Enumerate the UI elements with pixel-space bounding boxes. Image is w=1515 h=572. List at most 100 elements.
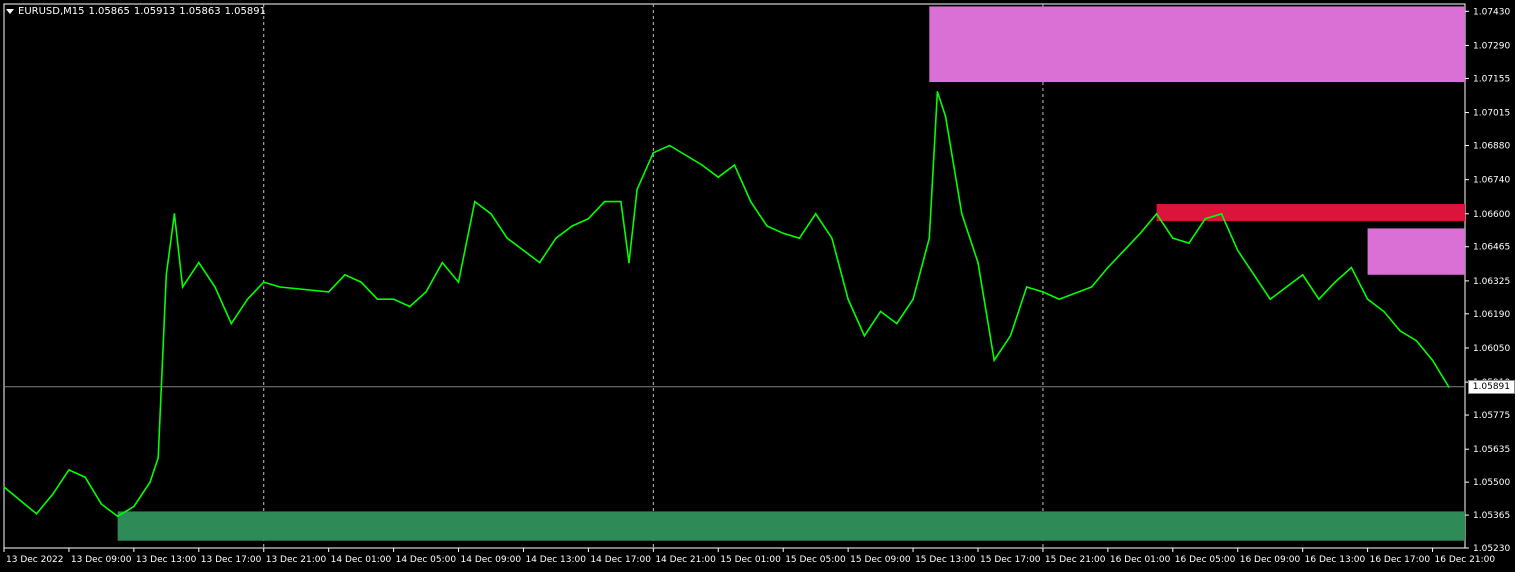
price-point: [1123, 249, 1125, 252]
y-tick-label: 1.06050: [1473, 344, 1510, 354]
price-point: [344, 273, 346, 276]
price-point: [473, 200, 476, 203]
y-tick-label: 1.06880: [1473, 141, 1510, 151]
price-point: [749, 200, 752, 203]
x-tick-label: 16 Dec 05:00: [1175, 555, 1236, 565]
y-tick-label: 1.05365: [1473, 511, 1510, 521]
price-point: [896, 322, 898, 325]
price-point: [441, 261, 444, 264]
price-point: [392, 298, 395, 300]
price-series-0: [3, 91, 1450, 518]
price-point: [327, 291, 330, 293]
zone-2: [1367, 228, 1465, 275]
ohlc-open: 1.05865: [88, 6, 130, 17]
y-tick-label: 1.06740: [1473, 176, 1510, 186]
price-point: [165, 273, 168, 276]
x-tick-label: 16 Dec 21:00: [1435, 555, 1496, 565]
y-tick-label: 1.05635: [1473, 445, 1510, 455]
price-point: [733, 164, 736, 166]
zone-0: [929, 6, 1465, 83]
price-point: [279, 286, 281, 288]
price-point: [847, 298, 849, 300]
dropdown-triangle-icon[interactable]: [6, 8, 14, 14]
price-point: [944, 115, 947, 118]
price-point: [936, 91, 939, 93]
x-tick-label: 13 Dec 21:00: [266, 555, 327, 565]
price-point: [409, 305, 411, 308]
price-point: [490, 212, 492, 215]
price-point: [198, 261, 200, 264]
price-point: [360, 281, 362, 283]
price-point: [1009, 334, 1012, 337]
x-tick-label: 14 Dec 21:00: [655, 555, 716, 565]
x-tick-label: 15 Dec 09:00: [850, 555, 911, 565]
price-point: [1301, 273, 1304, 276]
price-point: [1350, 266, 1353, 269]
price-point: [506, 237, 509, 239]
x-tick-label: 15 Dec 13:00: [915, 555, 976, 565]
price-point: [928, 237, 931, 239]
x-tick-label: 14 Dec 05:00: [396, 555, 457, 565]
y-tick-label: 1.06600: [1473, 210, 1510, 220]
price-point: [1042, 291, 1044, 293]
price-point: [376, 298, 379, 300]
price-point: [603, 200, 606, 203]
x-tick-label: 15 Dec 01:00: [720, 555, 781, 565]
symbol-label: EURUSD,M15: [18, 6, 85, 17]
zone-3: [117, 511, 1466, 541]
y-tick-label: 1.05500: [1473, 478, 1510, 488]
price-point: [1236, 249, 1239, 252]
x-tick-label: 13 Dec 17:00: [201, 555, 262, 565]
x-tick-label: 16 Dec 09:00: [1240, 555, 1301, 565]
price-point: [1285, 286, 1288, 288]
price-point: [116, 515, 119, 518]
price-point: [814, 212, 817, 215]
y-tick-label: 1.05230: [1473, 544, 1510, 554]
price-point: [1107, 266, 1109, 269]
price-point: [1383, 310, 1385, 313]
plot-frame: [3, 3, 1466, 549]
price-point: [100, 503, 103, 505]
price-point: [1139, 232, 1142, 235]
price-chart[interactable]: 1.07430 1.07290 1.07155 1.07015 1.06880 1.067…: [0, 0, 1515, 572]
price-point: [3, 486, 5, 488]
price-point: [652, 152, 655, 154]
price-point: [636, 188, 638, 191]
ohlc-low: 1.05863: [179, 6, 221, 17]
price-point: [620, 200, 622, 203]
chart-root: 1.07430 1.07290 1.07155 1.07015 1.06880 1.067…: [0, 0, 1515, 572]
x-tick-label: 16 Dec 01:00: [1110, 555, 1171, 565]
price-point: [1318, 298, 1320, 300]
price-point: [538, 261, 541, 264]
price-point: [587, 217, 590, 220]
current-price-label: 1.05891: [1467, 379, 1515, 394]
price-point: [246, 298, 249, 300]
price-point: [1188, 242, 1190, 244]
price-point: [1447, 386, 1450, 388]
price-point: [35, 513, 38, 515]
price-point: [701, 164, 703, 166]
y-tick-label: 1.06465: [1473, 243, 1510, 253]
price-point: [668, 144, 671, 147]
price-point: [84, 476, 86, 479]
price-point: [1204, 217, 1207, 220]
ohlc-high: 1.05913: [133, 6, 176, 17]
x-tick-label: 16 Dec 13:00: [1305, 555, 1366, 565]
price-point: [766, 225, 768, 227]
price-point: [157, 456, 160, 459]
price-point: [879, 310, 882, 313]
price-point: [149, 481, 151, 483]
y-tick-label: 1.05775: [1473, 411, 1510, 421]
x-tick-label: 14 Dec 13:00: [525, 555, 586, 565]
price-point: [51, 493, 54, 496]
price-point: [960, 212, 963, 215]
price-point: [1253, 273, 1255, 276]
x-tick-label: 16 Dec 17:00: [1370, 555, 1431, 565]
price-point: [68, 469, 70, 471]
ohlc-close: 1.05891: [224, 6, 266, 17]
price-point: [1155, 212, 1158, 215]
price-point: [214, 286, 216, 288]
price-point: [1220, 212, 1223, 215]
price-point: [173, 212, 176, 215]
chart-header: EURUSD,M15 1.05865 1.05913 1.05863 1.05891: [6, 6, 270, 17]
